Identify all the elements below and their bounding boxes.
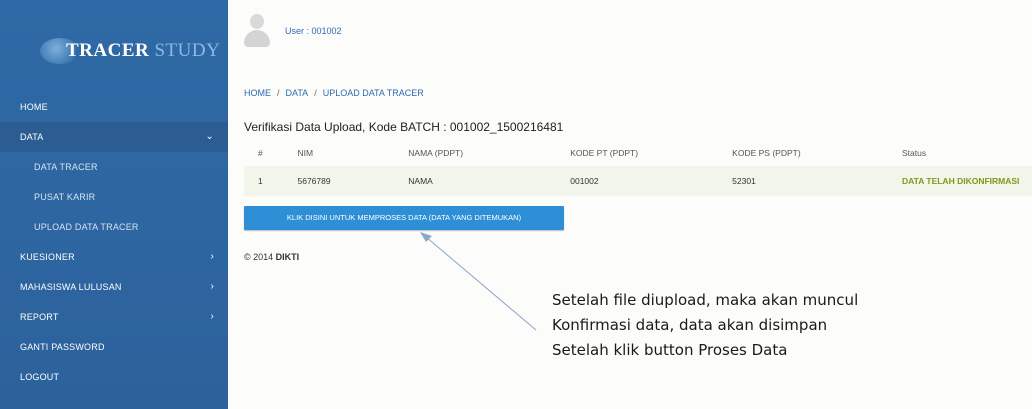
annotation-line: Setelah klik button Proses Data — [552, 341, 788, 359]
annotation-arrow — [420, 232, 537, 331]
annotation-callout: Setelah file diupload, maka akan muncul … — [552, 288, 858, 363]
annotation-arrow-line — [425, 236, 537, 331]
annotation-line: Setelah file diupload, maka akan muncul — [552, 291, 859, 309]
annotation-line: Konfirmasi data, data akan disimpan — [552, 316, 828, 334]
